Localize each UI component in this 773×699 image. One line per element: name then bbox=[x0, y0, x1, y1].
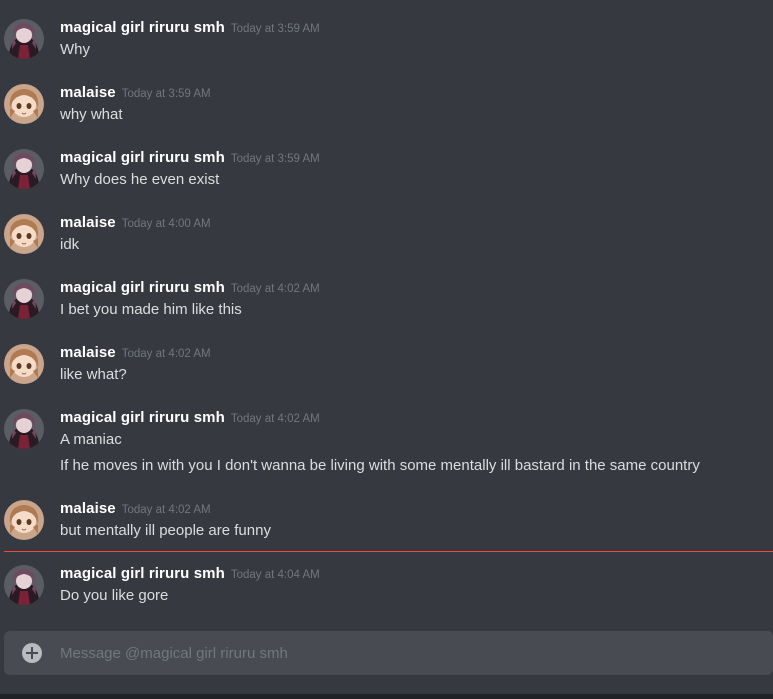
message-text: Do you like gore bbox=[60, 587, 169, 604]
message-list: magical girl riruru smh Today at 3:59 AM … bbox=[0, 0, 773, 630]
username[interactable]: malaise bbox=[60, 84, 116, 101]
message-header: magical girl riruru smh Today at 3:59 AM bbox=[60, 19, 320, 39]
riruru-avatar[interactable] bbox=[4, 149, 44, 189]
timestamp: Today at 4:00 AM bbox=[121, 218, 211, 230]
username[interactable]: malaise bbox=[60, 344, 116, 361]
new-messages-divider bbox=[4, 551, 773, 552]
riruru-avatar[interactable] bbox=[4, 19, 44, 59]
username[interactable]: magical girl riruru smh bbox=[60, 279, 225, 296]
malaise-avatar[interactable] bbox=[4, 84, 44, 124]
message-text: why what bbox=[60, 106, 123, 123]
timestamp: Today at 3:59 AM bbox=[121, 88, 211, 100]
message-composer bbox=[4, 631, 773, 675]
timestamp: Today at 3:59 AM bbox=[230, 153, 320, 165]
message-input[interactable] bbox=[60, 631, 750, 675]
username[interactable]: magical girl riruru smh bbox=[60, 19, 225, 36]
timestamp: Today at 4:04 AM bbox=[230, 569, 320, 581]
message-text: idk bbox=[60, 236, 80, 253]
riruru-avatar[interactable] bbox=[4, 279, 44, 319]
message-header: malaise Today at 3:59 AM bbox=[60, 84, 211, 104]
message-header: malaise Today at 4:00 AM bbox=[60, 214, 211, 234]
bottom-bar bbox=[0, 694, 773, 699]
message-header: magical girl riruru smh Today at 4:02 AM bbox=[60, 279, 320, 299]
message-header: magical girl riruru smh Today at 3:59 AM bbox=[60, 149, 320, 169]
riruru-avatar[interactable] bbox=[4, 409, 44, 449]
message-text: If he moves in with you I don't wanna be… bbox=[60, 457, 700, 474]
riruru-avatar[interactable] bbox=[4, 565, 44, 605]
timestamp: Today at 4:02 AM bbox=[121, 504, 211, 516]
timestamp: Today at 4:02 AM bbox=[230, 283, 320, 295]
timestamp: Today at 3:59 AM bbox=[230, 23, 320, 35]
timestamp: Today at 4:02 AM bbox=[230, 413, 320, 425]
username[interactable]: malaise bbox=[60, 214, 116, 231]
message-text: I bet you made him like this bbox=[60, 301, 242, 318]
malaise-avatar[interactable] bbox=[4, 344, 44, 384]
username[interactable]: magical girl riruru smh bbox=[60, 409, 225, 426]
username[interactable]: magical girl riruru smh bbox=[60, 149, 225, 166]
timestamp: Today at 4:02 AM bbox=[121, 348, 211, 360]
plus-circle-icon[interactable] bbox=[22, 643, 42, 663]
malaise-avatar[interactable] bbox=[4, 214, 44, 254]
message-header: malaise Today at 4:02 AM bbox=[60, 344, 211, 364]
username[interactable]: magical girl riruru smh bbox=[60, 565, 225, 582]
message-header: magical girl riruru smh Today at 4:02 AM bbox=[60, 409, 320, 429]
message-text: but mentally ill people are funny bbox=[60, 522, 271, 539]
message-header: malaise Today at 4:02 AM bbox=[60, 500, 211, 520]
message-header: magical girl riruru smh Today at 4:04 AM bbox=[60, 565, 320, 585]
message-text: like what? bbox=[60, 366, 127, 383]
username[interactable]: malaise bbox=[60, 500, 116, 517]
message-text: A maniac bbox=[60, 431, 122, 448]
message-text: Why does he even exist bbox=[60, 171, 220, 188]
message-text: Why bbox=[60, 41, 90, 58]
malaise-avatar[interactable] bbox=[4, 500, 44, 540]
